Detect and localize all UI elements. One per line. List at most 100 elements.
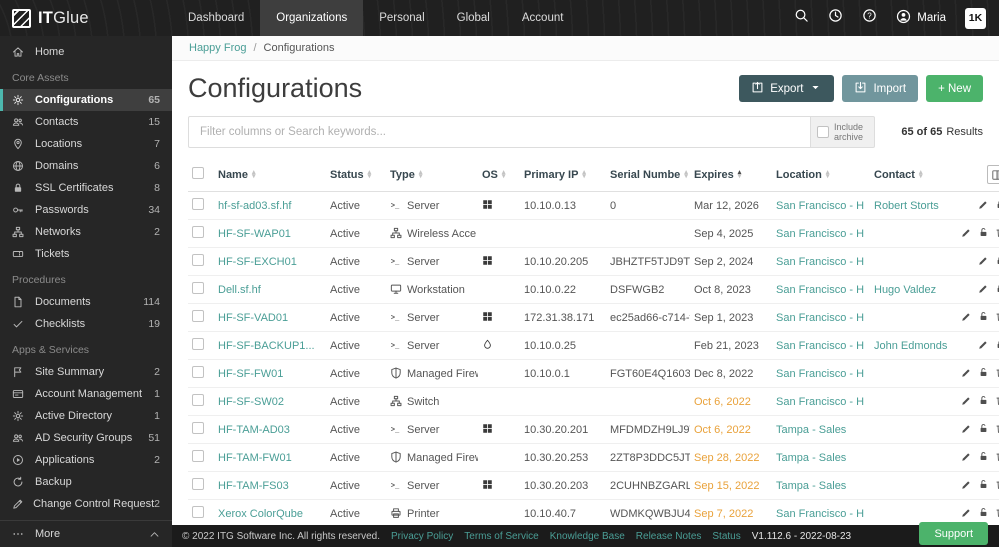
- delete-action-icon[interactable]: [995, 451, 999, 462]
- cell-contact-link[interactable]: [870, 472, 950, 500]
- kaseya-badge[interactable]: 1K: [965, 8, 986, 29]
- cell-location-link[interactable]: San Francisco - H: [772, 276, 870, 304]
- sidebar-item-active-directory[interactable]: Active Directory1: [0, 405, 172, 427]
- lock-action-icon[interactable]: [995, 199, 999, 210]
- cell-location-link[interactable]: San Francisco - H: [772, 220, 870, 248]
- sidebar-item-applications[interactable]: Applications2: [0, 449, 172, 471]
- cell-location-link[interactable]: San Francisco - H: [772, 332, 870, 360]
- cell-name-link[interactable]: HF-TAM-AD03: [214, 416, 326, 444]
- lock-action-icon[interactable]: [995, 339, 999, 350]
- cell-name-link[interactable]: HF-SF-FW01: [214, 360, 326, 388]
- cell-location-link[interactable]: San Francisco - H: [772, 304, 870, 332]
- cell-contact-link[interactable]: [870, 248, 950, 276]
- search-icon[interactable]: [794, 8, 809, 28]
- cell-name-link[interactable]: hf-sf-ad03.sf.hf: [214, 192, 326, 220]
- cell-name-link[interactable]: Xerox ColorQube: [214, 500, 326, 528]
- recent-items-icon[interactable]: [828, 8, 843, 28]
- sidebar-item-tickets[interactable]: Tickets: [0, 243, 172, 265]
- sidebar-item-networks[interactable]: Networks2: [0, 221, 172, 243]
- cell-location-link[interactable]: San Francisco - H: [772, 248, 870, 276]
- edit-action-icon[interactable]: [978, 255, 989, 266]
- sidebar-item-home[interactable]: Home: [0, 41, 172, 63]
- cell-name-link[interactable]: HF-SF-WAP01: [214, 220, 326, 248]
- lock-action-icon[interactable]: [995, 255, 999, 266]
- cell-name-link[interactable]: HF-SF-BACKUP1...: [214, 332, 326, 360]
- cell-location-link[interactable]: San Francisco - H: [772, 500, 870, 528]
- sidebar-item-locations[interactable]: Locations7: [0, 133, 172, 155]
- cell-contact-link[interactable]: [870, 388, 950, 416]
- cell-location-link[interactable]: San Francisco - H: [772, 388, 870, 416]
- row-checkbox[interactable]: [192, 226, 204, 238]
- sidebar-item-site-summary[interactable]: Site Summary2: [0, 361, 172, 383]
- column-header-serial-numbe[interactable]: Serial Numbe▴▾: [606, 158, 690, 192]
- column-header-name[interactable]: Name▴▾: [214, 158, 326, 192]
- sidebar-item-ad-security-groups[interactable]: AD Security Groups51: [0, 427, 172, 449]
- sidebar-item-change-control-request[interactable]: Change Control Request2: [0, 493, 172, 515]
- column-header-expires[interactable]: Expires▴▾: [690, 158, 772, 192]
- cell-name-link[interactable]: HF-SF-EXCH01: [214, 248, 326, 276]
- itglue-logo[interactable]: ITGlue: [0, 9, 172, 28]
- column-header-status[interactable]: Status▴▾: [326, 158, 386, 192]
- row-checkbox[interactable]: [192, 282, 204, 294]
- cell-contact-link[interactable]: [870, 444, 950, 472]
- delete-action-icon[interactable]: [995, 311, 999, 322]
- row-checkbox[interactable]: [192, 310, 204, 322]
- sidebar-item-passwords[interactable]: Passwords34: [0, 199, 172, 221]
- unlock-action-icon[interactable]: [978, 479, 989, 490]
- nav-tab-account[interactable]: Account: [506, 0, 580, 36]
- delete-action-icon[interactable]: [995, 479, 999, 490]
- cell-location-link[interactable]: Tampa - Sales: [772, 444, 870, 472]
- cell-location-link[interactable]: San Francisco - H: [772, 192, 870, 220]
- sidebar-item-domains[interactable]: Domains6: [0, 155, 172, 177]
- footer-link-knowledge-base[interactable]: Knowledge Base: [550, 531, 625, 542]
- row-checkbox[interactable]: [192, 506, 204, 518]
- nav-tab-dashboard[interactable]: Dashboard: [172, 0, 260, 36]
- sidebar-item-contacts[interactable]: Contacts15: [0, 111, 172, 133]
- user-menu[interactable]: Maria: [896, 9, 946, 27]
- cell-location-link[interactable]: San Francisco - H: [772, 360, 870, 388]
- edit-action-icon[interactable]: [961, 367, 972, 378]
- row-checkbox[interactable]: [192, 198, 204, 210]
- sidebar-item-documents[interactable]: Documents114: [0, 291, 172, 313]
- cell-contact-link[interactable]: [870, 304, 950, 332]
- unlock-action-icon[interactable]: [978, 451, 989, 462]
- cell-name-link[interactable]: HF-SF-VAD01: [214, 304, 326, 332]
- column-header-primary-ip[interactable]: Primary IP▴▾: [520, 158, 606, 192]
- edit-action-icon[interactable]: [978, 199, 989, 210]
- footer-link-status[interactable]: Status: [712, 531, 740, 542]
- unlock-action-icon[interactable]: [978, 367, 989, 378]
- footer-link-privacy-policy[interactable]: Privacy Policy: [391, 531, 453, 542]
- edit-action-icon[interactable]: [961, 423, 972, 434]
- unlock-action-icon[interactable]: [978, 395, 989, 406]
- column-header-os[interactable]: OS▴▾: [478, 158, 520, 192]
- cell-contact-link[interactable]: Hugo Valdez: [870, 276, 950, 304]
- nav-tab-organizations[interactable]: Organizations: [260, 0, 363, 36]
- footer-link-release-notes[interactable]: Release Notes: [636, 531, 702, 542]
- nav-tab-global[interactable]: Global: [441, 0, 506, 36]
- select-all-checkbox[interactable]: [192, 167, 204, 179]
- sidebar-item-ssl-certificates[interactable]: SSL Certificates8: [0, 177, 172, 199]
- cell-contact-link[interactable]: Robert Storts: [870, 192, 950, 220]
- edit-action-icon[interactable]: [978, 339, 989, 350]
- include-archive-checkbox[interactable]: [817, 126, 829, 138]
- nav-tab-personal[interactable]: Personal: [363, 0, 440, 36]
- delete-action-icon[interactable]: [995, 227, 999, 238]
- row-checkbox[interactable]: [192, 338, 204, 350]
- cell-location-link[interactable]: Tampa - Sales: [772, 472, 870, 500]
- cell-name-link[interactable]: HF-TAM-FW01: [214, 444, 326, 472]
- help-icon[interactable]: ?: [862, 8, 877, 28]
- row-checkbox[interactable]: [192, 478, 204, 490]
- delete-action-icon[interactable]: [995, 395, 999, 406]
- filter-search-input[interactable]: [188, 116, 811, 148]
- row-checkbox[interactable]: [192, 366, 204, 378]
- sidebar-item-checklists[interactable]: Checklists19: [0, 313, 172, 335]
- breadcrumb-org-link[interactable]: Happy Frog: [189, 42, 246, 54]
- sidebar-item-backup[interactable]: Backup: [0, 471, 172, 493]
- cell-location-link[interactable]: Tampa - Sales: [772, 416, 870, 444]
- cell-name-link[interactable]: HF-TAM-FS03: [214, 472, 326, 500]
- unlock-action-icon[interactable]: [978, 227, 989, 238]
- sidebar-item-account-management[interactable]: Account Management1: [0, 383, 172, 405]
- lock-action-icon[interactable]: [995, 283, 999, 294]
- column-picker-icon[interactable]: [987, 165, 999, 184]
- cell-contact-link[interactable]: John Edmonds: [870, 332, 950, 360]
